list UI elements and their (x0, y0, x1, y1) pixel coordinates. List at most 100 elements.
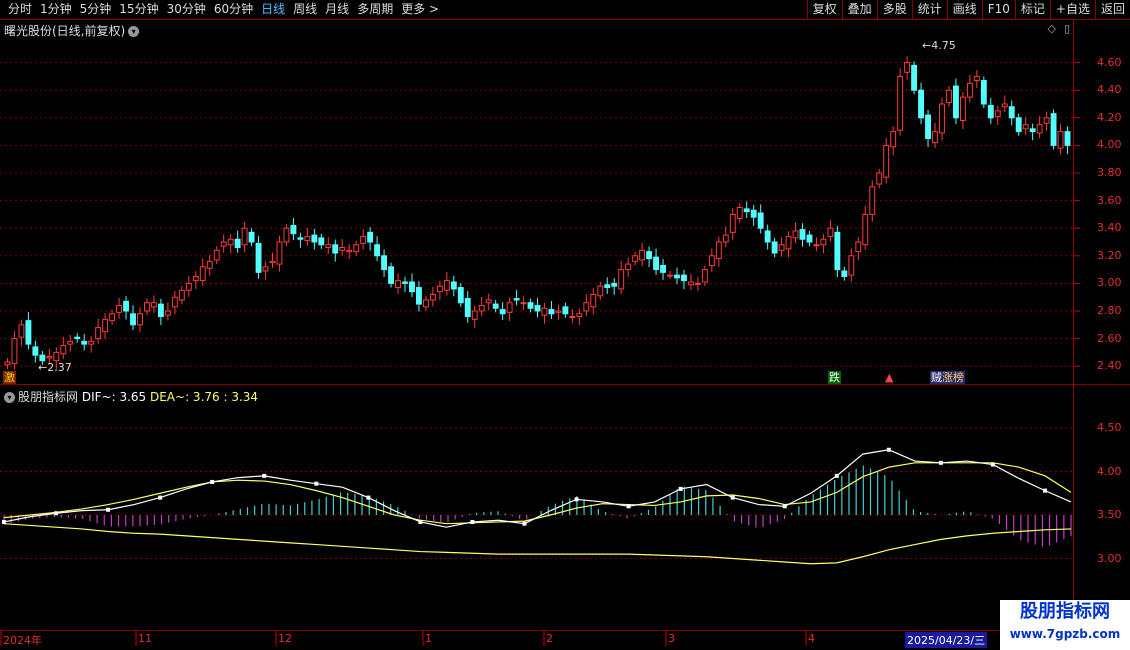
indicator-tick-label: 4.50 (1097, 421, 1122, 434)
candle-body (973, 75, 980, 82)
y-tick-label: 4.20 (1097, 110, 1122, 124)
candle-body (492, 303, 499, 309)
candle-body (1015, 117, 1022, 133)
triangle-up-icon: ▲ (885, 371, 894, 384)
candle-body (297, 237, 304, 240)
y-tick-label: 3.80 (1097, 166, 1122, 179)
candle-body (813, 244, 820, 247)
candle-body (743, 208, 750, 213)
candle-body (597, 285, 604, 297)
candle-body (457, 287, 464, 304)
candle-body (632, 255, 639, 262)
watermark: 股朋指标网 www.7gpzb.com (1000, 600, 1130, 650)
candle-body (1036, 124, 1043, 134)
signal-dot (990, 462, 995, 467)
candle-body (583, 302, 590, 312)
candle-body (932, 131, 938, 144)
signal-marker-1[interactable]: 激 (3, 371, 16, 384)
candle-body (346, 249, 353, 253)
candle-body (464, 298, 471, 318)
candle-body (318, 237, 325, 246)
signal-dot (678, 486, 683, 491)
candle-body (513, 298, 520, 301)
candle-body (178, 289, 185, 301)
candle-body (555, 310, 562, 313)
candle-body (687, 281, 694, 286)
signal-dot (834, 473, 839, 478)
y-tick-label: 3.60 (1097, 193, 1122, 207)
signal-dot (574, 497, 579, 502)
candle-body (694, 282, 701, 285)
signal-marker-3[interactable]: 贼涨榜 (930, 371, 965, 384)
candle-body (95, 327, 102, 340)
candle-body (276, 241, 283, 265)
candle-body (102, 318, 109, 333)
candle-body (199, 266, 206, 282)
signal-dot (2, 519, 6, 524)
candle-body (527, 302, 534, 309)
candle-body (395, 280, 401, 289)
candle-body (499, 309, 506, 315)
candle-body (646, 251, 653, 260)
candle-body (590, 293, 597, 308)
x-axis-label: 1 (425, 632, 432, 645)
candle-body (729, 213, 736, 233)
candle-body (618, 269, 625, 290)
candle-body (4, 361, 11, 366)
candle-body (116, 304, 123, 313)
signal-marker-2[interactable]: 跌 (828, 371, 841, 384)
candle-body (74, 336, 81, 340)
watermark-title: 股朋指标网 (1020, 601, 1110, 622)
candle-body (876, 172, 883, 185)
x-axis-label: 2024年 (3, 634, 42, 647)
candle-body (541, 307, 548, 316)
x-axis-label: 3 (668, 632, 675, 645)
candle-body (1008, 106, 1015, 119)
candle-body (660, 264, 666, 273)
signal-dot (314, 481, 319, 486)
y-tick-label: 4.40 (1097, 83, 1122, 97)
candle-body (674, 274, 680, 279)
candle-body (227, 238, 234, 246)
candle-body (18, 324, 25, 338)
candle-body (569, 316, 576, 319)
candle-body (1022, 124, 1029, 130)
kline-chart[interactable] (0, 0, 1130, 650)
candle-body (144, 302, 150, 312)
candle-body (130, 313, 136, 326)
candle-body (304, 235, 311, 242)
candle-body (25, 320, 32, 345)
candle-body (792, 230, 799, 239)
dif-line (3, 449, 1072, 528)
signal-dot (210, 479, 215, 484)
watermark-url: www.7gpzb.com (1009, 627, 1121, 641)
arrow-icon: ← (38, 361, 48, 374)
candle-body (764, 230, 771, 243)
signal-dot (886, 447, 891, 452)
candle-body (771, 241, 778, 254)
candle-body (150, 302, 157, 308)
candle-body (1029, 128, 1036, 133)
candle-body (506, 302, 513, 313)
candle-body (890, 131, 897, 148)
candle-body (1057, 131, 1064, 149)
candle-body (534, 304, 541, 312)
candle-body (980, 80, 987, 105)
third-line (3, 523, 1072, 565)
low-value: 2.37 (47, 361, 72, 374)
signal-dot (782, 504, 787, 509)
candle-body (520, 302, 527, 305)
candle-body (290, 224, 297, 235)
candle-body (206, 260, 213, 269)
candle-body (799, 229, 806, 240)
candle-body (185, 282, 192, 291)
candle-body (722, 234, 729, 243)
candle-body (416, 287, 422, 305)
candle-body (667, 274, 673, 277)
y-tick-label: 2.80 (1097, 304, 1122, 317)
candle-body (311, 234, 318, 243)
y-tick-label: 4.60 (1097, 55, 1122, 69)
candle-body (192, 276, 199, 282)
candle-body (820, 238, 827, 246)
candle-body (429, 293, 436, 301)
